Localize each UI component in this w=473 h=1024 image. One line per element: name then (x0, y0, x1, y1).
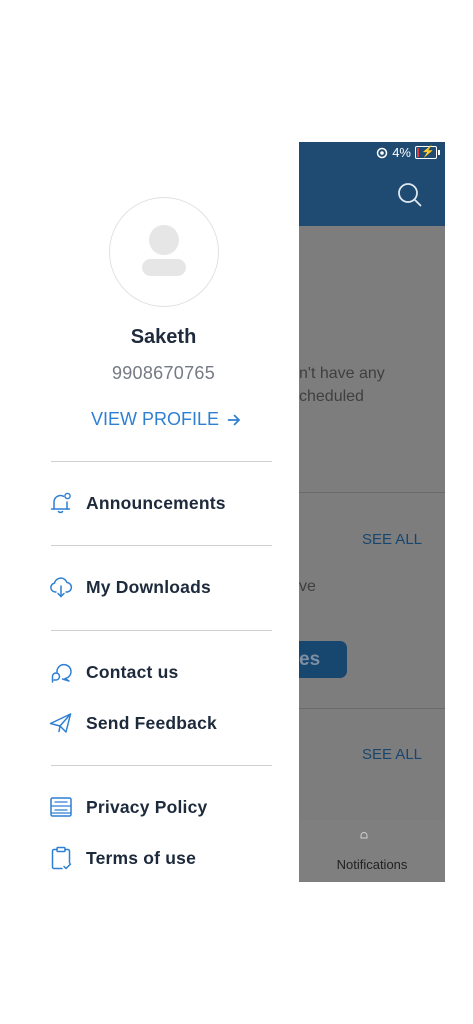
document-icon (48, 794, 74, 820)
user-icon (142, 225, 186, 276)
app-header: 4% ⚡ (299, 142, 445, 226)
navigation-drawer: Saketh 9908670765 VIEW PROFILE Announcem… (0, 0, 299, 1024)
nav-notifications[interactable]: Notifications (299, 857, 445, 872)
divider (299, 492, 445, 493)
menu-item-downloads[interactable]: My Downloads (48, 572, 211, 602)
chat-bubbles-icon (48, 659, 74, 685)
battery-icon: ⚡ (415, 146, 440, 159)
avatar[interactable] (109, 197, 219, 307)
action-button[interactable]: es (299, 641, 347, 678)
background-app: 4% ⚡ n't have any cheduled SEE ALL ve es… (299, 142, 445, 882)
menu-item-announcements[interactable]: Announcements (48, 488, 226, 518)
menu-label-privacy: Privacy Policy (86, 796, 208, 817)
menu-label-announcements: Announcements (86, 492, 226, 513)
menu-label-feedback: Send Feedback (86, 712, 217, 733)
divider (51, 461, 272, 462)
see-all-link[interactable]: SEE ALL (362, 746, 422, 763)
divider (51, 545, 272, 546)
divider (51, 765, 272, 766)
menu-item-contact[interactable]: Contact us (48, 657, 178, 687)
bottom-nav: Notifications (299, 820, 445, 882)
menu-label-terms: Terms of use (86, 847, 197, 868)
profile-name: Saketh (130, 326, 197, 348)
menu-item-feedback[interactable]: Send Feedback (48, 708, 217, 738)
clipboard-check-icon (48, 845, 74, 871)
search-icon[interactable] (397, 182, 423, 208)
alarm-icon (376, 147, 388, 158)
see-all-link[interactable]: SEE ALL (362, 531, 422, 548)
arrow-right-icon (227, 414, 240, 425)
divider (51, 630, 272, 631)
cloud-download-icon (48, 574, 74, 600)
bell-icon[interactable] (359, 831, 369, 841)
menu-label-contact: Contact us (86, 661, 179, 682)
send-icon (48, 710, 74, 736)
menu-item-terms[interactable]: Terms of use (48, 843, 196, 873)
view-profile-label: VIEW PROFILE (91, 409, 220, 429)
status-bar: 4% ⚡ (376, 145, 440, 160)
battery-percent: 4% (392, 145, 411, 160)
menu-label-downloads: My Downloads (86, 576, 211, 597)
menu-item-privacy[interactable]: Privacy Policy (48, 792, 208, 822)
bell-icon (48, 490, 74, 516)
profile-phone: 9908670765 (111, 363, 216, 383)
divider (299, 708, 445, 709)
view-profile-link[interactable]: VIEW PROFILE (91, 409, 241, 430)
section-text: ve (299, 578, 316, 595)
